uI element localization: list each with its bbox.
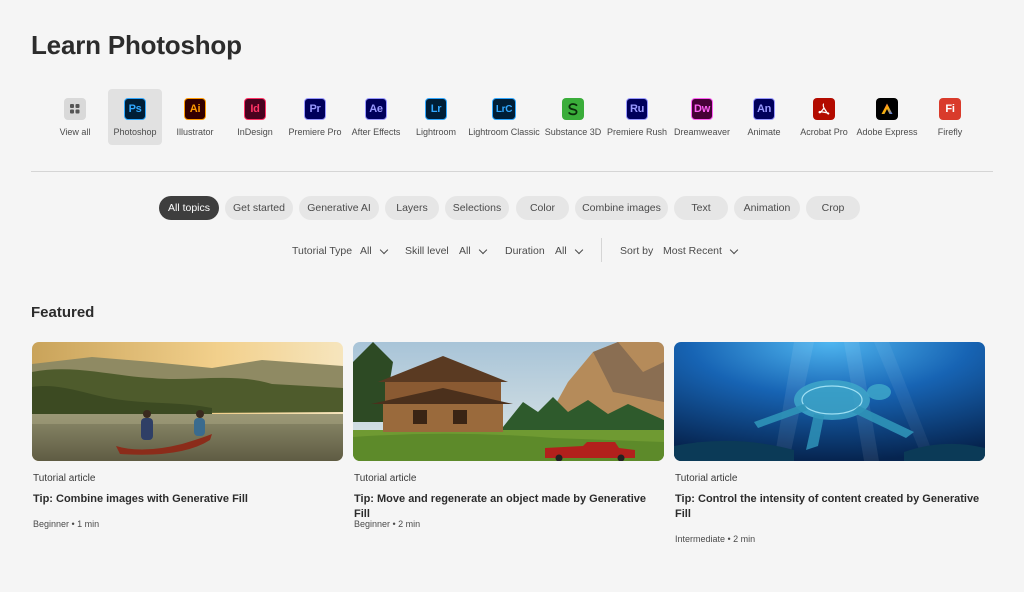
tutorial-type-label: Tutorial Type [292,245,353,257]
card-meta: Beginner • 2 min [354,519,421,529]
topic-generative-ai[interactable]: Generative AI [299,196,379,220]
app-label: InDesign [237,127,273,137]
app-firefly[interactable]: Fi Firefly [919,89,981,145]
card-type: Tutorial article [354,473,417,484]
card-title[interactable]: Tip: Combine images with Generative Fill [33,492,338,507]
chevron-down-icon [729,245,739,254]
app-label: Lightroom Classic [468,127,540,137]
app-label: Firefly [937,127,963,137]
duration-dropdown[interactable]: All [555,242,583,260]
lightroom-classic-icon: LrC [492,98,516,120]
topic-crop[interactable]: Crop [806,196,860,220]
app-label: Adobe Express [856,127,918,137]
tutorial-type-dropdown[interactable]: All [360,242,388,260]
app-adobe-express[interactable]: Adobe Express [856,89,918,145]
topic-all-topics[interactable]: All topics [159,196,219,220]
cabin-with-red-truck-image [353,342,664,461]
sort-label: Sort by [620,245,654,257]
underwater-sea-turtle-image [674,342,985,461]
app-label: Premiere Pro [288,127,342,137]
skill-level-label: Skill level [405,245,449,257]
divider [31,171,993,172]
chevron-down-icon [574,245,583,254]
view-all-icon [64,98,86,120]
featured-card-2[interactable]: Tutorial article Tip: Move and regenerat… [353,342,664,529]
app-label: Animate [747,127,781,137]
premiere-pro-icon: Pr [304,98,326,120]
photoshop-icon: Ps [124,98,146,120]
filter-separator [601,238,602,262]
app-illustrator[interactable]: Ai Illustrator [164,89,226,145]
featured-heading: Featured [31,304,95,321]
premiere-rush-icon: Ru [626,98,648,120]
app-premiere-pro[interactable]: Pr Premiere Pro [284,89,346,145]
duration-value: All [555,245,567,257]
skill-level-dropdown[interactable]: All [459,242,487,260]
app-label: Illustrator [176,127,214,137]
canoe-on-lake-image [32,342,343,461]
topic-get-started[interactable]: Get started [225,196,293,220]
card-meta: Beginner • 1 min [33,519,100,529]
featured-card-3[interactable]: Tutorial article Tip: Control the intens… [674,342,985,544]
substance-3d-icon [562,98,584,120]
app-photoshop[interactable]: Ps Photoshop [108,89,162,145]
card-type: Tutorial article [33,473,96,484]
sort-value: Most Recent [663,245,722,257]
app-premiere-rush[interactable]: Ru Premiere Rush [606,89,668,145]
card-title[interactable]: Tip: Move and regenerate an object made … [354,492,659,522]
topic-combine-images[interactable]: Combine images [575,196,668,220]
card-meta: Intermediate • 2 min [675,534,756,544]
app-label: View all [59,127,91,137]
app-picker: View all Ps Photoshop Ai Illustrator Id … [44,89,984,145]
app-label: Premiere Rush [606,127,668,137]
app-animate[interactable]: An Animate [733,89,795,145]
lightroom-icon: Lr [425,98,447,120]
page-title: Learn Photoshop [31,30,242,60]
tutorial-type-value: All [360,245,372,257]
topic-layers[interactable]: Layers [385,196,439,220]
app-substance-3d[interactable]: Substance 3D [542,89,604,145]
topic-selections[interactable]: Selections [445,196,509,220]
app-indesign[interactable]: Id InDesign [224,89,286,145]
topic-animation[interactable]: Animation [734,196,800,220]
app-label: Acrobat Pro [800,127,848,137]
skill-level-value: All [459,245,471,257]
after-effects-icon: Ae [365,98,387,120]
topic-color[interactable]: Color [516,196,569,220]
app-lightroom-classic[interactable]: LrC Lightroom Classic [468,89,540,145]
featured-card-1[interactable]: Tutorial article Tip: Combine images wit… [32,342,343,529]
chevron-down-icon [379,245,388,254]
app-dreamweaver[interactable]: Dw Dreamweaver [671,89,733,145]
chevron-down-icon [478,245,487,254]
app-label: Dreamweaver [673,127,731,137]
firefly-icon: Fi [939,98,961,120]
illustrator-icon: Ai [184,98,206,120]
app-view-all[interactable]: View all [44,89,106,145]
app-label: Photoshop [113,127,157,137]
card-type: Tutorial article [675,473,738,484]
card-title[interactable]: Tip: Control the intensity of content cr… [675,492,980,522]
animate-icon: An [753,98,775,120]
indesign-icon: Id [244,98,266,120]
sort-dropdown[interactable]: Most Recent [663,242,739,260]
duration-label: Duration [505,245,545,257]
topic-text[interactable]: Text [674,196,728,220]
dreamweaver-icon: Dw [691,98,713,120]
app-label: Lightroom [415,127,457,137]
app-acrobat-pro[interactable]: Acrobat Pro [793,89,855,145]
app-label: Substance 3D [544,127,602,137]
app-after-effects[interactable]: Ae After Effects [345,89,407,145]
adobe-express-icon [876,98,898,120]
app-lightroom[interactable]: Lr Lightroom [405,89,467,145]
acrobat-pro-icon [813,98,835,120]
app-label: After Effects [351,127,401,137]
